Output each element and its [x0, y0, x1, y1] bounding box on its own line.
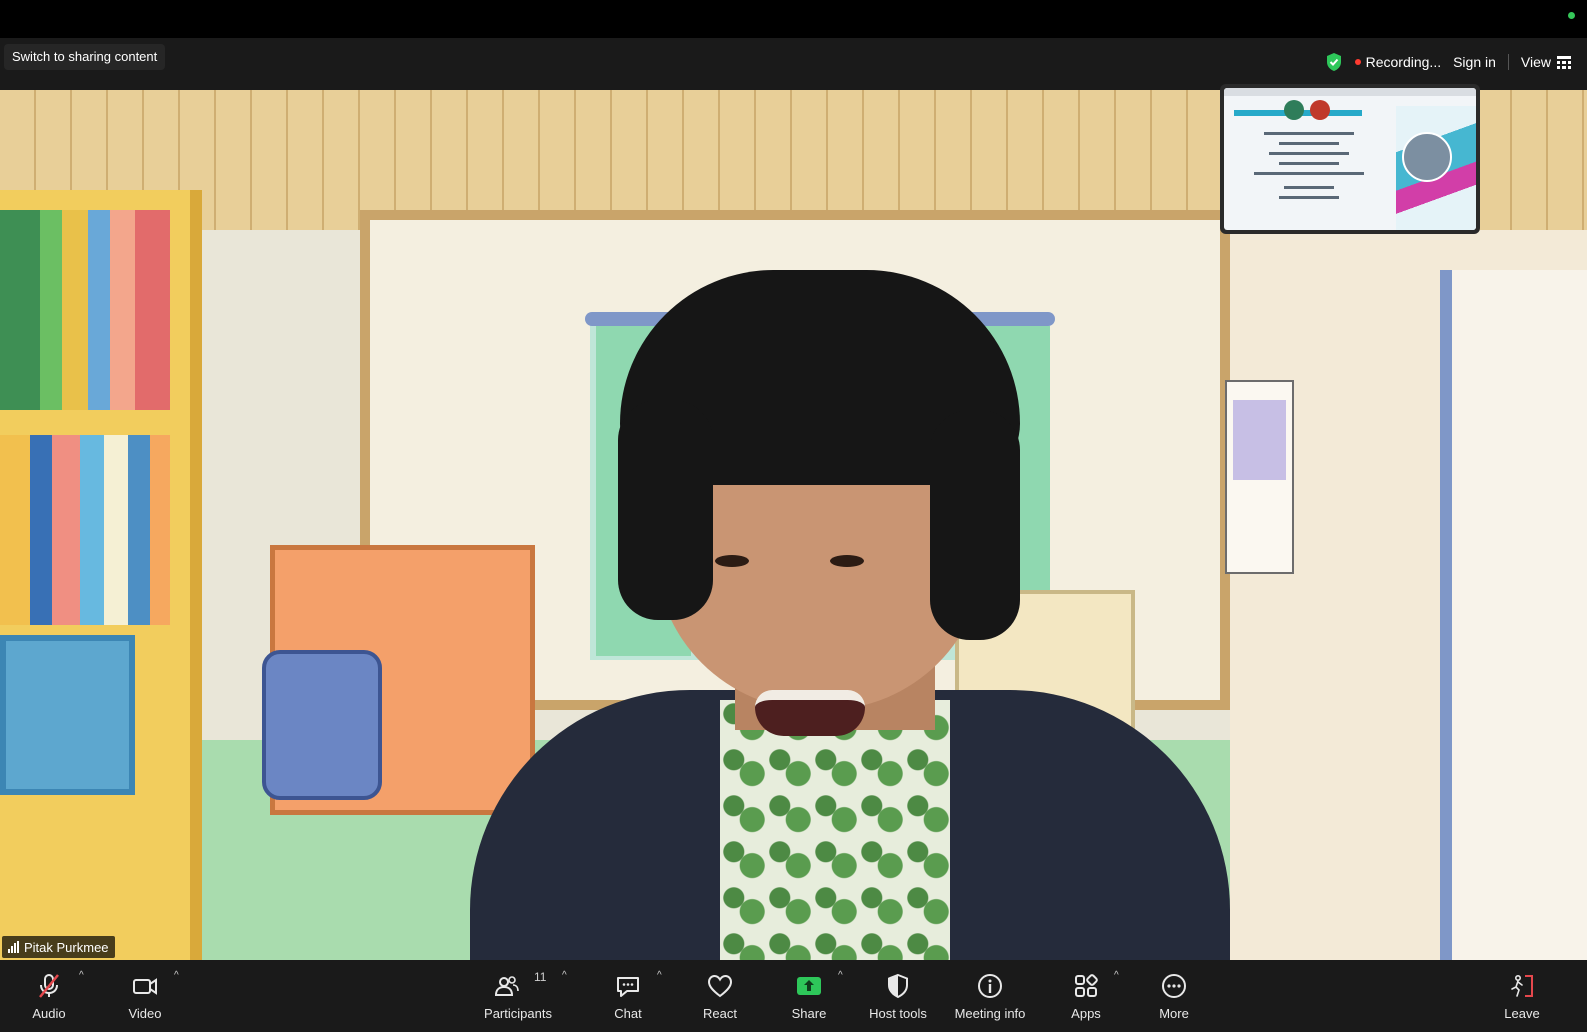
- speaker-eye-left: [715, 555, 749, 567]
- react-label: React: [703, 1005, 737, 1021]
- heart-icon: [707, 974, 733, 997]
- speaker-hair-side-right: [930, 410, 1020, 640]
- speaker-eye-right: [830, 555, 864, 567]
- top-strip: [0, 0, 1587, 38]
- view-label: View: [1520, 54, 1551, 70]
- speaker-shirt: [720, 700, 950, 970]
- switch-to-sharing-button[interactable]: Switch to sharing content: [4, 44, 166, 70]
- encryption-shield-icon[interactable]: [1325, 52, 1343, 72]
- meeting-info-label: Meeting info: [954, 1005, 1026, 1021]
- recording-dot: [1354, 59, 1361, 65]
- recording-label: Recording...: [1365, 54, 1442, 70]
- background-door: [1440, 270, 1587, 970]
- grid-view-icon: [1557, 55, 1571, 69]
- view-button[interactable]: View: [1521, 54, 1571, 70]
- share-label: Share: [791, 1005, 827, 1021]
- slide-text-line: [1279, 162, 1339, 165]
- share-options-chevron-icon[interactable]: ^: [838, 970, 843, 981]
- meeting-header: Switch to sharing content Recording... S…: [0, 38, 1587, 90]
- leave-icon: [1511, 974, 1533, 997]
- share-arrow-icon: [797, 976, 821, 995]
- chat-icon: [617, 976, 639, 997]
- video-label: Video: [128, 1005, 162, 1021]
- participants-icon: [494, 975, 519, 996]
- video-button[interactable]: Video: [124, 960, 166, 1032]
- participant-name: Pitak Purkmee: [24, 939, 109, 955]
- info-icon: [978, 973, 1002, 998]
- slide-logo-left: [1284, 100, 1304, 120]
- recording-indicator[interactable]: Recording...: [1354, 54, 1442, 70]
- shared-content-thumbnail[interactable]: [1220, 84, 1480, 234]
- apps-button[interactable]: Apps: [1066, 960, 1106, 1032]
- more-label: More: [1159, 1005, 1189, 1021]
- speaker-person: [450, 270, 1230, 970]
- meeting-info-button[interactable]: Meeting info: [950, 960, 1030, 1032]
- signal-strength-icon: [8, 941, 19, 953]
- header-separator: [1507, 54, 1509, 70]
- slide-photo: [1402, 132, 1452, 182]
- chat-options-chevron-icon[interactable]: ^: [657, 970, 662, 981]
- host-tools-label: Host tools: [869, 1005, 927, 1021]
- slide-logo-right: [1310, 100, 1330, 120]
- host-tools-button[interactable]: Host tools: [864, 960, 932, 1032]
- audio-options-chevron-icon[interactable]: ^: [79, 970, 84, 981]
- header-right: Recording... Sign in View: [1325, 52, 1571, 72]
- shared-slide-preview: [1224, 88, 1476, 230]
- audio-label: Audio: [32, 1005, 66, 1021]
- participant-name-tag: Pitak Purkmee: [2, 936, 115, 958]
- more-button[interactable]: More: [1154, 960, 1194, 1032]
- background-school-bag: [262, 650, 382, 800]
- slide-text-line: [1279, 142, 1339, 145]
- participants-label: Participants: [484, 1005, 552, 1021]
- audio-button[interactable]: Audio: [28, 960, 70, 1032]
- slide-window-bar: [1224, 88, 1476, 96]
- slide-text-line: [1284, 186, 1334, 189]
- speaker-mouth: [755, 690, 865, 736]
- shield-icon: [888, 973, 908, 998]
- slide-text-line: [1254, 172, 1364, 175]
- more-dots-icon: [1162, 973, 1186, 998]
- participants-options-chevron-icon[interactable]: ^: [562, 970, 567, 981]
- background-calendar: [1225, 380, 1294, 574]
- participants-count: 11: [534, 970, 547, 984]
- microphone-muted-icon: [39, 973, 59, 998]
- meeting-toolbar: Audio ^ Video ^ Participants 11 ^ Chat ^…: [0, 960, 1587, 1032]
- apps-label: Apps: [1071, 1005, 1101, 1021]
- slide-text-line: [1269, 152, 1349, 155]
- slide-text-line: [1264, 132, 1354, 135]
- speaker-hair-side-left: [618, 400, 713, 620]
- apps-icon: [1075, 973, 1098, 997]
- background-books-middle: [0, 435, 170, 625]
- apps-options-chevron-icon[interactable]: ^: [1114, 970, 1119, 981]
- background-drawers: [0, 635, 135, 795]
- chat-button[interactable]: Chat: [608, 960, 648, 1032]
- leave-button[interactable]: Leave: [1502, 960, 1542, 1032]
- status-dot: [1568, 12, 1575, 19]
- chat-label: Chat: [614, 1005, 642, 1021]
- video-options-chevron-icon[interactable]: ^: [174, 970, 179, 981]
- react-button[interactable]: React: [698, 960, 742, 1032]
- share-button[interactable]: Share: [788, 960, 830, 1032]
- video-camera-icon: [133, 977, 157, 995]
- background-books-top: [0, 210, 170, 410]
- leave-label: Leave: [1504, 1005, 1540, 1021]
- slide-text-line: [1279, 196, 1339, 199]
- sign-in-button[interactable]: Sign in: [1453, 54, 1496, 70]
